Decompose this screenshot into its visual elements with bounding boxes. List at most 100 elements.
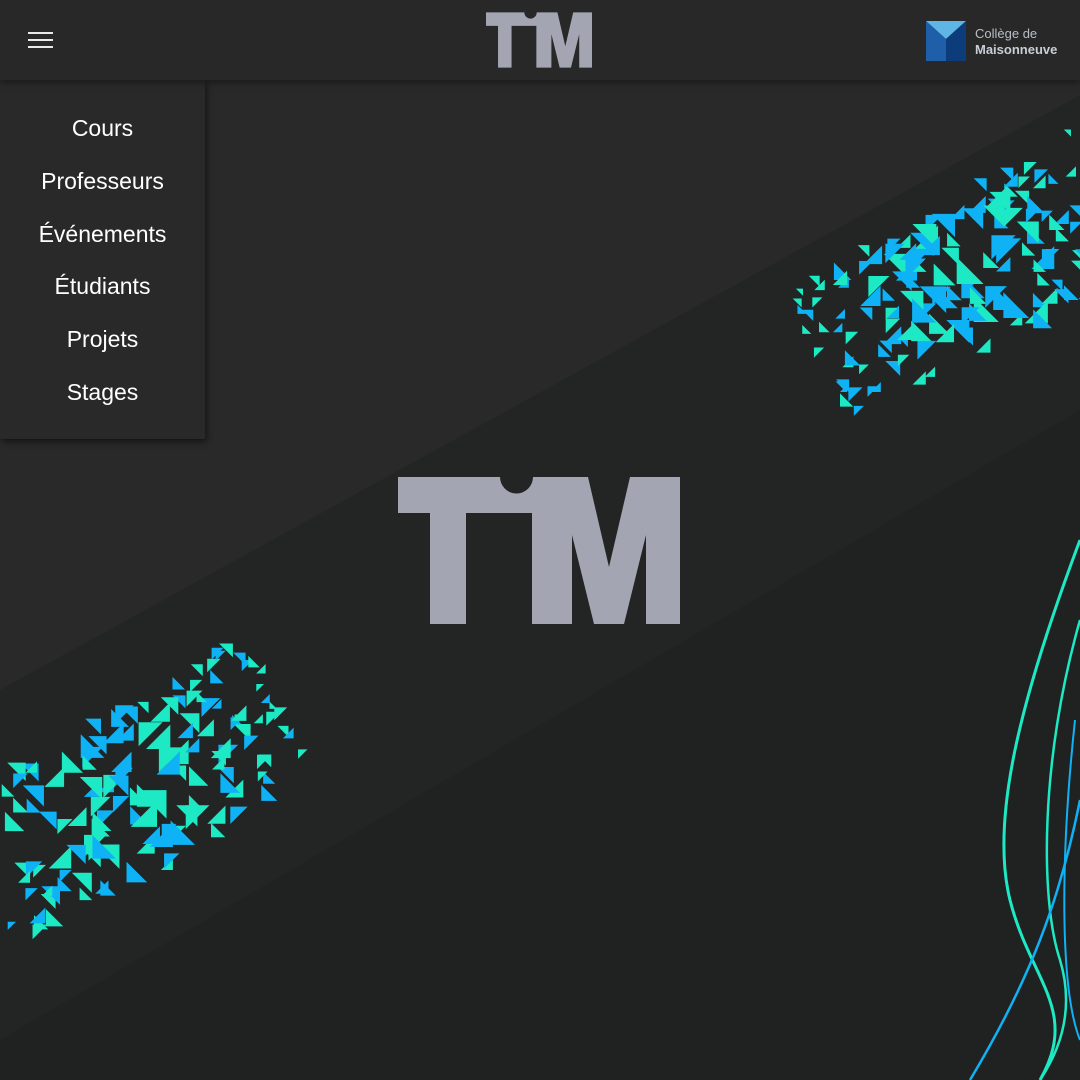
triangle-shape <box>172 676 186 690</box>
triangle-shape <box>941 247 959 266</box>
triangle-shape <box>25 888 38 901</box>
triangle-shape <box>1000 167 1014 181</box>
tim-logo[interactable] <box>486 12 592 68</box>
triangle-shape <box>924 366 936 377</box>
triangle-shape <box>274 707 288 721</box>
triangle-shape <box>38 811 57 830</box>
triangle-shape <box>795 288 804 296</box>
triangle-shape <box>1071 260 1080 270</box>
triangle-shape <box>29 907 46 924</box>
triangle-shape <box>835 308 845 319</box>
triangle-shape <box>207 805 226 824</box>
triangle-shape <box>298 749 308 759</box>
triangle-shape <box>57 819 73 835</box>
triangle-shape <box>1041 287 1058 304</box>
triangle-shape <box>126 861 148 883</box>
triangle-shape <box>112 796 130 813</box>
triangle-shape <box>48 846 72 869</box>
college-name-line1: Collège de <box>975 26 1038 41</box>
triangle-shape <box>983 205 1005 228</box>
triangle-shape <box>177 722 193 739</box>
college-logo[interactable]: Collège de Maisonneuve <box>926 21 1066 61</box>
triangle-shape <box>1018 176 1030 188</box>
tim-logo-large <box>398 477 680 624</box>
triangle-shape <box>211 822 226 838</box>
triangle-shape <box>18 870 31 883</box>
college-mark-icon <box>926 21 966 61</box>
triangle-shape <box>1037 272 1050 286</box>
triangle-shape <box>792 298 802 308</box>
college-name-line2: Maisonneuve <box>975 42 1058 57</box>
triangle-shape <box>253 714 263 724</box>
triangle-shape <box>207 658 221 673</box>
triangle-shape <box>973 178 987 192</box>
triangle-shape <box>911 320 932 342</box>
triangle-shape <box>1021 242 1036 256</box>
triangle-shape <box>7 921 16 931</box>
hamburger-icon[interactable] <box>26 28 56 52</box>
triangle-shape <box>137 701 149 714</box>
triangle-shape <box>111 751 132 773</box>
triangle-shape <box>1014 190 1030 205</box>
menu-item-cours[interactable]: Cours <box>0 102 205 155</box>
triangle-shape <box>85 718 102 735</box>
triangle-shape <box>857 245 870 257</box>
triangle-shape <box>808 275 820 287</box>
triangle-shape <box>13 797 29 813</box>
triangle-shape <box>196 719 214 737</box>
triangle-shape <box>4 811 25 832</box>
triangle-shape <box>882 288 895 301</box>
triangle-shape <box>190 679 203 693</box>
menu-item-stages[interactable]: Stages <box>0 366 205 419</box>
menu-item-evenements[interactable]: Événements <box>0 208 205 261</box>
triangle-shape <box>190 664 203 677</box>
triangle-shape <box>844 350 861 366</box>
triangle-shape <box>1054 209 1069 225</box>
triangle-shape <box>67 807 87 826</box>
triangle-shape <box>1 783 15 797</box>
triangle-shape <box>976 338 991 353</box>
triangle-shape <box>859 307 873 321</box>
triangle-shape <box>1025 208 1041 223</box>
menu-item-projets[interactable]: Projets <box>0 313 205 366</box>
triangle-shape <box>812 297 823 308</box>
triangle-shape <box>256 683 264 692</box>
triangle-shape <box>57 877 72 892</box>
triangle-shape <box>933 263 956 286</box>
triangle-shape <box>1048 173 1059 184</box>
triangle-shape <box>853 405 864 416</box>
triangle-shape <box>897 354 910 367</box>
triangle-shape <box>929 313 950 334</box>
menu-item-professeurs[interactable]: Professeurs <box>0 155 205 208</box>
triangle-shape <box>150 702 170 722</box>
triangle-shape <box>1069 205 1080 216</box>
triangle-shape <box>848 387 863 402</box>
triangle-shape <box>813 347 825 358</box>
triangle-shape <box>845 331 859 345</box>
triangle-shape <box>22 785 44 807</box>
side-menu: Cours Professeurs Événements Étudiants P… <box>0 80 205 439</box>
triangle-shape <box>260 694 270 703</box>
triangle-shape <box>802 324 812 334</box>
triangle-shape <box>248 655 260 668</box>
triangle-shape <box>44 767 65 787</box>
triangle-shape <box>912 371 926 385</box>
triangle-shape <box>1070 221 1080 234</box>
menu-item-etudiants[interactable]: Étudiants <box>0 260 205 313</box>
triangle-shape <box>59 870 72 882</box>
triangle-shape <box>71 872 92 893</box>
triangle-shape <box>1065 166 1076 177</box>
triangle-shape <box>1063 129 1071 137</box>
triangle-shape <box>917 340 937 360</box>
triangle-shape <box>261 784 278 801</box>
triangle-shape <box>188 766 209 786</box>
triangle-shape <box>142 826 160 844</box>
triangle-shape <box>1003 292 1030 319</box>
triangle-shape <box>45 909 64 927</box>
triangle-shape <box>832 322 843 333</box>
top-header: Collège de Maisonneuve <box>0 0 1080 80</box>
triangle-shape <box>210 670 224 684</box>
triangle-shape <box>244 735 259 750</box>
triangle-shape <box>802 309 814 321</box>
triangle-shape <box>859 364 869 375</box>
